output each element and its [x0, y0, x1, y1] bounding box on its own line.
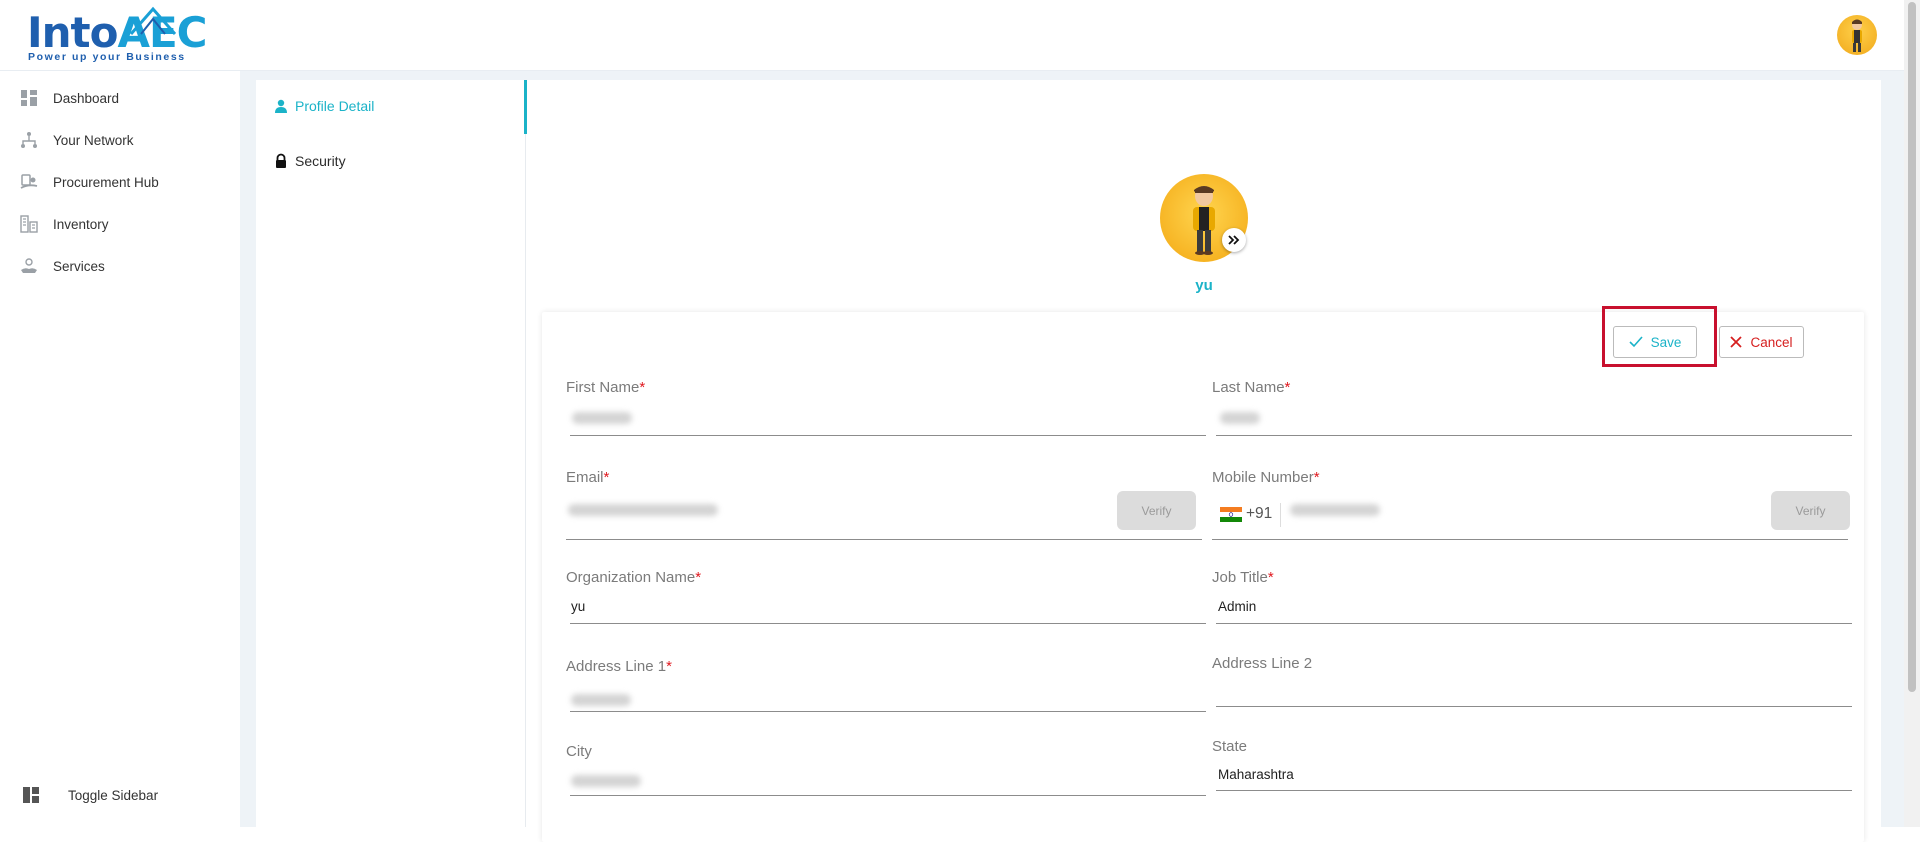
user-avatar[interactable]	[1837, 15, 1877, 55]
top-header: IntoAEC Power up your Business	[0, 0, 1904, 71]
sidebar-item-label: Procurement Hub	[53, 174, 159, 190]
toggle-sidebar-label: Toggle Sidebar	[68, 787, 159, 803]
user-icon	[275, 99, 287, 113]
address-line2-label: Address Line 2	[1212, 655, 1313, 672]
last-name-underline	[1216, 435, 1852, 436]
redacted-value	[1290, 504, 1380, 516]
sidebar-item-dashboard[interactable]: Dashboard	[0, 78, 240, 118]
inventory-icon	[20, 215, 38, 233]
sidebar-item-your-network[interactable]: Your Network	[0, 120, 240, 160]
state-underline	[1216, 790, 1852, 791]
last-name-field[interactable]	[1212, 402, 1852, 436]
network-icon	[21, 132, 37, 148]
sidebar-item-services[interactable]: Services	[0, 246, 240, 286]
city-underline	[570, 795, 1206, 796]
email-label: Email*	[566, 469, 610, 486]
tab-label: Profile Detail	[295, 98, 375, 114]
organization-name-input[interactable]: yu	[571, 599, 585, 614]
address-line1-label: Address Line 1*	[566, 658, 672, 675]
toggle-sidebar-icon	[23, 787, 39, 803]
tab-label: Security	[295, 153, 346, 169]
settings-tabs: Profile Detail Security	[256, 80, 527, 827]
intoaec-logo[interactable]: IntoAEC Power up your Business	[27, 6, 208, 64]
state-label: State	[1212, 738, 1248, 755]
profile-settings-panel: Profile Detail Security yu Save Cancel F…	[256, 80, 1881, 842]
sidebar-item-label: Your Network	[53, 132, 134, 148]
services-icon	[21, 258, 37, 273]
email-field[interactable]	[566, 490, 1106, 526]
page-scrollbar[interactable]	[1904, 0, 1920, 827]
scrollbar-thumb[interactable]	[1908, 2, 1916, 692]
job-title-label: Job Title*	[1212, 569, 1274, 586]
redacted-value	[572, 412, 632, 424]
city-field[interactable]	[566, 764, 1206, 798]
job-title-underline	[1216, 623, 1852, 624]
redacted-value	[568, 504, 718, 516]
job-title-input[interactable]: Admin	[1218, 599, 1256, 614]
logo-roof-icon	[129, 6, 177, 35]
cancel-button-label: Cancel	[1750, 334, 1793, 350]
avatar-figure-icon	[1852, 19, 1862, 52]
sidebar-item-label: Inventory	[53, 216, 109, 232]
save-button[interactable]: Save	[1613, 326, 1697, 358]
verify-mobile-button[interactable]: Verify	[1771, 491, 1850, 530]
profile-form-card	[542, 312, 1864, 842]
last-name-label: Last Name*	[1212, 379, 1291, 396]
city-label: City	[566, 743, 592, 760]
save-button-label: Save	[1650, 334, 1682, 350]
address-line1-underline	[570, 711, 1206, 712]
sidebar-item-label: Services	[53, 258, 105, 274]
organization-name-label: Organization Name*	[566, 569, 702, 586]
change-avatar-button[interactable]	[1222, 228, 1246, 252]
procurement-icon	[20, 174, 38, 189]
main-sidebar: Dashboard Your Network Procurement Hub I…	[0, 71, 240, 827]
tab-profile-detail[interactable]: Profile Detail	[256, 80, 527, 134]
profile-name: yu	[1195, 277, 1213, 294]
close-icon	[1730, 336, 1743, 348]
mobile-number-label: Mobile Number*	[1212, 469, 1320, 486]
mobile-number-field[interactable]	[1286, 492, 1666, 528]
country-code-divider	[1280, 503, 1281, 527]
sidebar-item-procurement-hub[interactable]: Procurement Hub	[0, 162, 240, 202]
sidebar-item-inventory[interactable]: Inventory	[0, 204, 240, 244]
redacted-value	[571, 694, 631, 706]
check-icon	[1629, 336, 1643, 348]
first-name-underline	[570, 435, 1206, 436]
email-underline	[566, 539, 1202, 540]
state-input[interactable]: Maharashtra	[1218, 767, 1294, 782]
address-line2-underline	[1216, 706, 1852, 707]
redacted-value	[1220, 412, 1260, 424]
sidebar-item-label: Dashboard	[53, 90, 120, 106]
first-name-label: First Name*	[566, 379, 646, 396]
lock-icon	[276, 153, 286, 168]
profile-content: yu Save Cancel First Name* Last Name* Em…	[526, 80, 1881, 842]
logo-tagline: Power up your Business	[28, 51, 186, 63]
cancel-button[interactable]: Cancel	[1719, 326, 1804, 358]
india-flag-icon[interactable]	[1220, 507, 1242, 522]
redacted-value	[571, 775, 641, 787]
organization-name-underline	[570, 623, 1206, 624]
mobile-number-underline	[1212, 539, 1848, 540]
country-code[interactable]: +91	[1246, 505, 1272, 523]
address-line2-input[interactable]	[1218, 681, 1848, 701]
tab-security[interactable]: Security	[256, 135, 526, 187]
logo-name-part1: Into	[27, 8, 118, 57]
dashboard-icon	[21, 90, 37, 106]
first-name-field[interactable]	[566, 402, 1206, 436]
address-line1-field[interactable]	[566, 680, 1206, 714]
double-chevron-right-icon	[1228, 235, 1240, 245]
verify-email-button[interactable]: Verify	[1117, 491, 1196, 530]
toggle-sidebar-button[interactable]: Toggle Sidebar	[0, 775, 240, 815]
